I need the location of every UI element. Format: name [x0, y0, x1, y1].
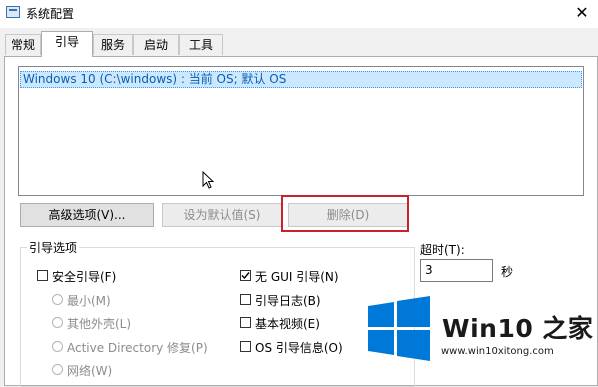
- set-default-button[interactable]: 设为默认值(S): [162, 203, 282, 227]
- boot-options-title: 引导选项: [27, 239, 80, 256]
- safe-mode-ad-repair-label: Active Directory 修复(P): [67, 341, 208, 355]
- no-gui-boot-checkbox[interactable]: [240, 270, 251, 281]
- window-title: 系统配置: [26, 7, 75, 21]
- boot-entry-list[interactable]: Windows 10 (C:\windows) : 当前 OS; 默认 OS: [18, 66, 584, 196]
- safe-mode-network-radio[interactable]: [52, 364, 63, 375]
- boot-log-label: 引导日志(B): [255, 294, 321, 308]
- boot-log-checkbox[interactable]: [240, 294, 251, 305]
- safe-mode-alternate-shell-radio[interactable]: [52, 317, 63, 328]
- timeout-unit-label: 秒: [501, 265, 514, 279]
- os-boot-info-label: OS 引导信息(O): [255, 341, 343, 355]
- safe-boot-checkbox[interactable]: [37, 270, 48, 281]
- tab-boot[interactable]: 引导: [41, 31, 93, 57]
- safe-mode-alternate-shell-label: 其他外壳(L): [67, 317, 132, 331]
- advanced-options-button[interactable]: 高级选项(V)...: [20, 203, 154, 227]
- safe-boot-label: 安全引导(F): [52, 270, 117, 284]
- safe-mode-minimal-radio[interactable]: [52, 294, 63, 305]
- watermark-brand: Win10 之家: [442, 314, 594, 343]
- boot-entry-item[interactable]: Windows 10 (C:\windows) : 当前 OS; 默认 OS: [20, 71, 582, 88]
- tab-startup[interactable]: 启动: [133, 34, 179, 55]
- delete-highlight-box: [281, 195, 409, 232]
- mouse-cursor-icon: [202, 171, 215, 189]
- tab-services[interactable]: 服务: [93, 34, 133, 55]
- safe-mode-minimal-label: 最小(M): [67, 294, 111, 308]
- tab-tools[interactable]: 工具: [179, 34, 223, 55]
- base-video-label: 基本视频(E): [255, 317, 320, 331]
- tab-general[interactable]: 常规: [5, 34, 41, 55]
- no-gui-boot-label: 无 GUI 引导(N): [255, 270, 339, 284]
- checkmark-icon: [241, 272, 250, 280]
- os-boot-info-checkbox[interactable]: [240, 341, 251, 352]
- timeout-label: 超时(T):: [420, 243, 465, 257]
- base-video-checkbox[interactable]: [240, 317, 251, 328]
- windows-logo-icon: [368, 296, 430, 361]
- safe-mode-ad-repair-radio[interactable]: [52, 341, 63, 352]
- close-icon[interactable]: ✕: [566, 0, 598, 28]
- watermark-url: www.win10xitong.com: [441, 346, 554, 357]
- title-bar: [0, 0, 598, 28]
- app-icon: [6, 6, 20, 18]
- safe-mode-network-label: 网络(W): [67, 364, 113, 378]
- timeout-input[interactable]: 3: [420, 259, 493, 282]
